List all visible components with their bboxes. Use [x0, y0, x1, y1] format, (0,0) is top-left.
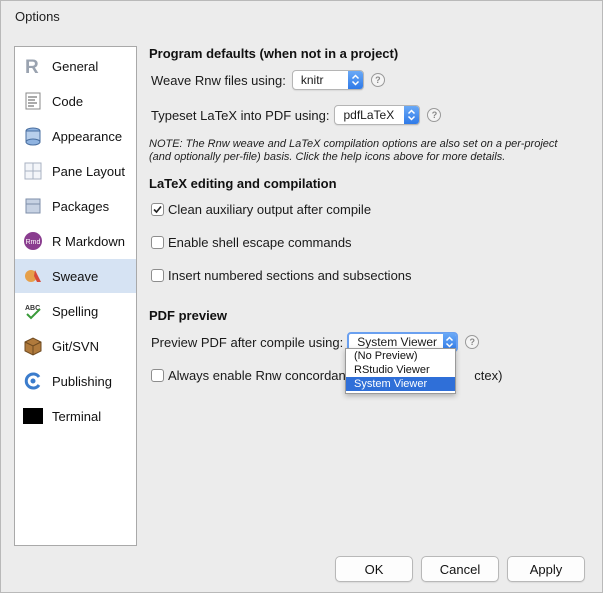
- sidebar-item-git-svn[interactable]: Git/SVN: [15, 329, 136, 363]
- git-icon: [23, 336, 43, 356]
- numbered-sections-checkbox[interactable]: [151, 269, 164, 282]
- concordance-label-start: Always enable Rnw concordanc: [168, 368, 353, 383]
- numbered-sections-row[interactable]: Insert numbered sections and subsections: [151, 268, 412, 283]
- sidebar-item-label: Terminal: [52, 408, 102, 424]
- preview-dropdown-menu: (No Preview) RStudio Viewer System Viewe…: [345, 348, 456, 394]
- sidebar-item-spelling[interactable]: ABC Spelling: [15, 294, 136, 328]
- typeset-help-icon[interactable]: ?: [427, 108, 442, 122]
- preview-option[interactable]: RStudio Viewer: [346, 363, 455, 377]
- sidebar-item-label: Pane Layout: [52, 163, 126, 179]
- sidebar-item-publishing[interactable]: Publishing: [15, 364, 136, 398]
- options-dialog: Options R General Code Appearance Pane L…: [0, 0, 603, 593]
- note-line: (and optionally per-file) basis. Click t…: [149, 151, 506, 163]
- rmarkdown-icon: Rmd: [23, 231, 43, 251]
- typeset-select[interactable]: pdfLaTeX: [334, 105, 421, 125]
- shell-escape-row[interactable]: Enable shell escape commands: [151, 235, 352, 250]
- clean-aux-checkbox[interactable]: [151, 203, 164, 216]
- preview-label: Preview PDF after compile using:: [151, 334, 344, 350]
- typeset-select-value: pdfLaTeX: [343, 108, 395, 122]
- sidebar-item-label: Publishing: [52, 373, 112, 389]
- preview-option[interactable]: (No Preview): [346, 349, 455, 363]
- clean-aux-row[interactable]: Clean auxiliary output after compile: [151, 202, 371, 217]
- sidebar-item-label: R Markdown: [52, 233, 125, 249]
- sidebar-item-appearance[interactable]: Appearance: [15, 119, 136, 153]
- weave-help-icon[interactable]: ?: [370, 73, 385, 87]
- checkmark-icon: [153, 205, 162, 214]
- publishing-icon: [23, 371, 43, 391]
- code-icon: [23, 91, 43, 111]
- sidebar-item-code[interactable]: Code: [15, 84, 136, 118]
- program-defaults-heading: Program defaults (when not in a project): [149, 46, 399, 61]
- sidebar-item-general[interactable]: R General: [15, 49, 136, 83]
- ok-button[interactable]: OK: [335, 556, 413, 582]
- shell-escape-label: Enable shell escape commands: [168, 235, 352, 250]
- weave-row: Weave Rnw files using: knitr ?: [151, 70, 385, 90]
- svg-text:R: R: [25, 57, 39, 76]
- typeset-label: Typeset LaTeX into PDF using:: [151, 107, 330, 123]
- sidebar-item-terminal[interactable]: Terminal: [15, 399, 136, 433]
- sidebar-item-label: Appearance: [52, 128, 123, 144]
- weave-label: Weave Rnw files using:: [151, 72, 286, 88]
- sidebar-item-label: Sweave: [52, 268, 99, 284]
- appearance-icon: [23, 126, 43, 146]
- sidebar-item-pane-layout[interactable]: Pane Layout: [15, 154, 136, 188]
- sidebar-item-label: General: [52, 58, 99, 74]
- sidebar-item-label: Code: [52, 93, 84, 109]
- sweave-icon: [23, 266, 43, 286]
- sidebar-item-label: Packages: [52, 198, 110, 214]
- sidebar-item-label: Git/SVN: [52, 338, 99, 354]
- r-logo-icon: R: [23, 56, 43, 76]
- numbered-sections-label: Insert numbered sections and subsections: [168, 268, 412, 283]
- options-sidebar: R General Code Appearance Pane Layout Pa…: [14, 46, 137, 546]
- sweave-pane: Program defaults (when not in a project)…: [149, 1, 599, 561]
- compilation-note: NOTE: The Rnw weave and LaTeX compilatio…: [149, 138, 599, 164]
- shell-escape-checkbox[interactable]: [151, 236, 164, 249]
- typeset-row: Typeset LaTeX into PDF using: pdfLaTeX ?: [151, 105, 442, 125]
- weave-select[interactable]: knitr: [291, 70, 364, 90]
- sidebar-item-sweave[interactable]: Sweave: [15, 259, 136, 293]
- packages-icon: [23, 196, 43, 216]
- note-line: NOTE: The Rnw weave and LaTeX compilatio…: [149, 138, 558, 150]
- chevron-updown-icon: [404, 106, 420, 124]
- concordance-label-end: ctex): [474, 368, 503, 383]
- sidebar-item-label: Spelling: [52, 303, 99, 319]
- pdf-preview-heading: PDF preview: [149, 308, 228, 323]
- pane-layout-icon: [23, 161, 43, 181]
- latex-heading: LaTeX editing and compilation: [149, 176, 337, 191]
- cancel-button[interactable]: Cancel: [421, 556, 499, 582]
- chevron-updown-icon: [347, 71, 363, 89]
- spelling-icon: ABC: [23, 301, 43, 321]
- preview-select-value: System Viewer: [357, 335, 437, 349]
- svg-text:Rmd: Rmd: [26, 239, 41, 246]
- terminal-icon: [23, 406, 43, 426]
- sidebar-item-r-markdown[interactable]: Rmd R Markdown: [15, 224, 136, 258]
- preview-help-icon[interactable]: ?: [465, 335, 480, 349]
- apply-button[interactable]: Apply: [507, 556, 585, 582]
- concordance-checkbox[interactable]: [151, 369, 164, 382]
- clean-aux-label: Clean auxiliary output after compile: [168, 202, 372, 217]
- preview-option-selected[interactable]: System Viewer: [346, 377, 455, 391]
- weave-select-value: knitr: [300, 73, 324, 87]
- sidebar-item-packages[interactable]: Packages: [15, 189, 136, 223]
